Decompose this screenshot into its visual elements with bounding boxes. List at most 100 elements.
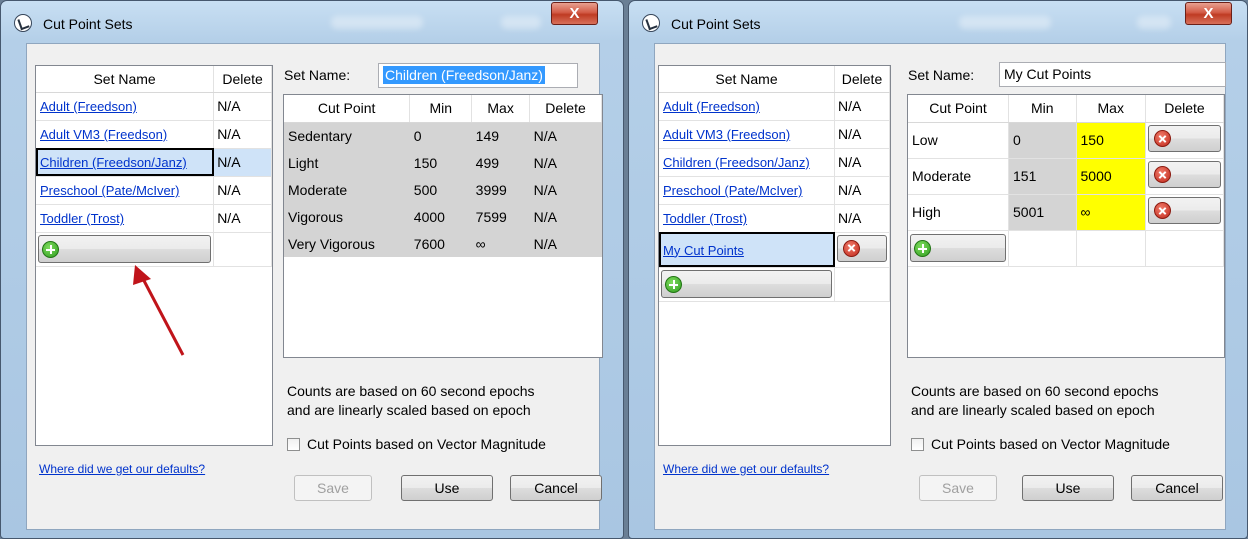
table-row: Toddler (Trost) N/A bbox=[36, 204, 272, 233]
close-button[interactable]: X bbox=[551, 2, 598, 25]
set-link-preschool[interactable]: Preschool (Pate/McIver) bbox=[663, 183, 802, 198]
set-link-adult-vm3[interactable]: Adult VM3 (Freedson) bbox=[663, 127, 790, 142]
use-button[interactable]: Use bbox=[401, 475, 493, 501]
add-set-button[interactable] bbox=[661, 270, 832, 298]
delete-na: N/A bbox=[213, 120, 272, 149]
delete-cell bbox=[834, 232, 890, 268]
table-row: Moderate 500 3999 N/A bbox=[284, 176, 602, 203]
table-row: Adult VM3 (Freedson) N/A bbox=[36, 120, 272, 149]
delete-cut-point-button[interactable] bbox=[1147, 125, 1221, 152]
table-row: Adult (Freedson) N/A bbox=[659, 92, 890, 121]
delete-na: N/A bbox=[834, 176, 890, 205]
blurred-background-text bbox=[1137, 16, 1171, 29]
vector-magnitude-option[interactable]: Cut Points based on Vector Magnitude bbox=[911, 436, 1170, 452]
cut-point-name: Sedentary bbox=[284, 122, 410, 149]
cut-point-max-input[interactable]: 5000 bbox=[1076, 158, 1146, 195]
app-icon bbox=[642, 14, 660, 32]
close-button[interactable]: X bbox=[1185, 2, 1232, 25]
delete-na: N/A bbox=[834, 92, 890, 121]
cut-point-min: 7600 bbox=[409, 230, 472, 257]
set-link-adult-vm3[interactable]: Adult VM3 (Freedson) bbox=[40, 127, 167, 142]
cut-point-name-input[interactable]: High bbox=[908, 194, 1009, 231]
table-row: Very Vigorous 7600 ∞ N/A bbox=[284, 230, 602, 257]
set-link-children[interactable]: Children (Freedson/Janz) bbox=[663, 155, 810, 170]
cut-point-max: ∞ bbox=[471, 230, 530, 257]
table-row: Preschool (Pate/McIver) N/A bbox=[659, 176, 890, 205]
add-cut-point-button[interactable] bbox=[910, 234, 1006, 262]
plus-icon bbox=[42, 241, 59, 258]
table-row: Children (Freedson/Janz) N/A bbox=[36, 148, 272, 177]
set-link-my-cut-points[interactable]: My Cut Points bbox=[663, 243, 744, 258]
cut-point-max: 3999 bbox=[471, 176, 530, 203]
cut-point-max: 149 bbox=[471, 122, 530, 149]
epoch-note-line2: and are linearly scaled based on epoch bbox=[911, 402, 1155, 418]
set-list: Set Name Delete Adult (Freedson) N/A Adu… bbox=[35, 65, 273, 446]
delete-cut-point-button[interactable] bbox=[1147, 197, 1221, 224]
table-row bbox=[659, 267, 890, 302]
cut-point-max-input[interactable]: 150 bbox=[1076, 122, 1146, 159]
cut-point-name: Vigorous bbox=[284, 203, 410, 230]
save-button[interactable]: Save bbox=[294, 475, 372, 501]
plus-icon bbox=[665, 276, 682, 293]
set-link-children[interactable]: Children (Freedson/Janz) bbox=[40, 155, 187, 170]
delete-set-button[interactable] bbox=[837, 234, 887, 262]
defaults-link[interactable]: Where did we get our defaults? bbox=[663, 462, 829, 476]
cut-point-min: 500 bbox=[409, 176, 472, 203]
vector-magnitude-label: Cut Points based on Vector Magnitude bbox=[931, 436, 1170, 452]
epoch-note-line1: Counts are based on 60 second epochs bbox=[287, 383, 535, 399]
cut-point-min: 5001 bbox=[1008, 194, 1077, 231]
save-button[interactable]: Save bbox=[919, 475, 997, 501]
set-link-adult-freedson[interactable]: Adult (Freedson) bbox=[663, 99, 760, 114]
vector-magnitude-checkbox[interactable] bbox=[911, 438, 924, 451]
set-name-label: Set Name: bbox=[908, 67, 975, 83]
cut-point-name-input[interactable]: Low bbox=[908, 122, 1009, 159]
table-row: Low 0 150 bbox=[908, 122, 1225, 159]
cut-point-min: 0 bbox=[1008, 122, 1077, 159]
add-set-button[interactable] bbox=[38, 235, 212, 263]
column-header-cut-point: Cut Point bbox=[284, 95, 411, 123]
table-row: Toddler (Trost) N/A bbox=[659, 204, 890, 233]
column-header-cut-point: Cut Point bbox=[908, 95, 1009, 123]
cut-point-name-input[interactable]: Moderate bbox=[908, 158, 1009, 195]
table-row: Adult VM3 (Freedson) N/A bbox=[659, 120, 890, 149]
delete-na: N/A bbox=[834, 120, 890, 149]
column-header-delete: Delete bbox=[1145, 95, 1225, 123]
table-row: Moderate 151 5000 bbox=[908, 158, 1225, 195]
delete-na: N/A bbox=[213, 92, 272, 121]
blurred-background-text bbox=[959, 16, 1051, 29]
set-name-input[interactable]: My Cut Points bbox=[999, 62, 1226, 87]
cut-point-max: 499 bbox=[471, 149, 530, 176]
table-row bbox=[908, 230, 1225, 267]
vector-magnitude-option[interactable]: Cut Points based on Vector Magnitude bbox=[287, 436, 546, 452]
cut-point-name: Moderate bbox=[284, 176, 410, 203]
column-header-min: Min bbox=[409, 95, 473, 123]
vector-magnitude-label: Cut Points based on Vector Magnitude bbox=[307, 436, 546, 452]
set-table: Set Name Delete Adult (Freedson) N/A Adu… bbox=[659, 66, 890, 302]
column-header-delete: Delete bbox=[213, 66, 272, 93]
set-name-label: Set Name: bbox=[284, 67, 351, 83]
cut-points-grid: Cut Point Min Max Delete Low 0 150 Moder… bbox=[907, 94, 1225, 358]
set-name-value: Children (Freedson/Janz) bbox=[383, 66, 545, 84]
cut-point-min: 150 bbox=[409, 149, 472, 176]
set-link-toddler[interactable]: Toddler (Trost) bbox=[663, 211, 747, 226]
defaults-link[interactable]: Where did we get our defaults? bbox=[39, 462, 205, 476]
set-link-toddler[interactable]: Toddler (Trost) bbox=[40, 211, 124, 226]
app-icon bbox=[14, 14, 32, 32]
cut-point-delete: N/A bbox=[529, 176, 602, 203]
right-dialog-window: Cut Point Sets X Set Name Delete Adult (… bbox=[628, 0, 1248, 539]
cancel-button[interactable]: Cancel bbox=[510, 475, 602, 501]
set-link-preschool[interactable]: Preschool (Pate/McIver) bbox=[40, 183, 179, 198]
set-name-input[interactable]: Children (Freedson/Janz) bbox=[378, 63, 578, 88]
cut-point-delete: N/A bbox=[529, 203, 602, 230]
vector-magnitude-checkbox[interactable] bbox=[287, 438, 300, 451]
delete-cut-point-button[interactable] bbox=[1147, 161, 1221, 188]
cut-point-min: 4000 bbox=[409, 203, 472, 230]
column-header-delete: Delete bbox=[834, 66, 890, 93]
cut-points-table: Cut Point Min Max Delete Sedentary 0 149… bbox=[284, 95, 602, 257]
cut-point-max-input[interactable]: ∞ bbox=[1076, 194, 1146, 231]
cancel-button[interactable]: Cancel bbox=[1131, 475, 1223, 501]
set-name-value: My Cut Points bbox=[1004, 66, 1092, 82]
set-link-adult-freedson[interactable]: Adult (Freedson) bbox=[40, 99, 137, 114]
delete-na: N/A bbox=[213, 204, 272, 233]
use-button[interactable]: Use bbox=[1022, 475, 1114, 501]
